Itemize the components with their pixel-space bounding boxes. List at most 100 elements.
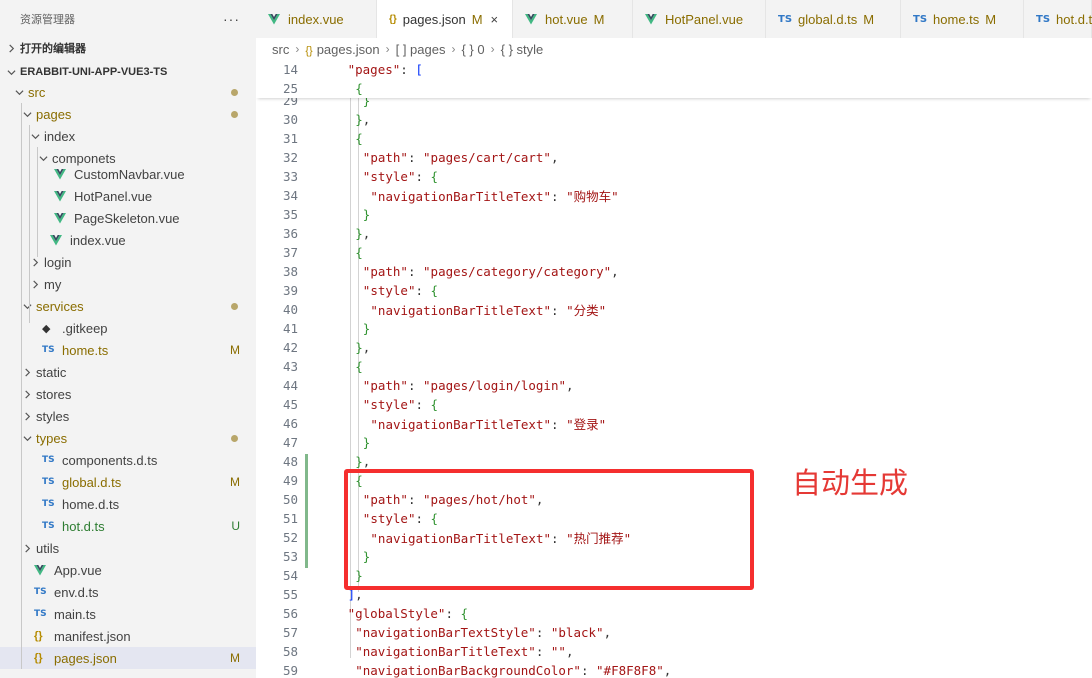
tab-label: HotPanel.vue bbox=[665, 11, 744, 27]
chevron-right-icon[interactable] bbox=[28, 279, 42, 289]
tree-file[interactable]: {} pages.json M bbox=[0, 647, 256, 669]
typescript-file-icon: TS bbox=[1036, 13, 1051, 25]
typescript-file-icon: TS bbox=[34, 587, 47, 597]
tree-file[interactable]: TS home.ts M bbox=[0, 339, 256, 361]
tree-file[interactable]: index.vue bbox=[0, 229, 256, 251]
tree-folder[interactable]: my bbox=[0, 273, 256, 295]
git-status-badge: M bbox=[230, 651, 240, 665]
chevron-down-icon[interactable] bbox=[36, 154, 50, 163]
tree-folder[interactable]: services bbox=[0, 295, 256, 317]
tree-item-label: stores bbox=[36, 386, 72, 402]
code-text: } bbox=[362, 435, 371, 450]
tree-file[interactable]: {} manifest.json bbox=[0, 625, 256, 647]
tree-file[interactable]: ◆ .gitkeep bbox=[0, 317, 256, 339]
tree-file[interactable]: CustomNavbar.vue bbox=[0, 163, 256, 185]
tree-file[interactable]: TS hot.d.ts U bbox=[0, 515, 256, 537]
line-number: 51 bbox=[282, 511, 298, 526]
chevron-down-icon[interactable] bbox=[20, 302, 34, 311]
tree-item-label: home.ts bbox=[62, 342, 109, 358]
tree-folder[interactable]: static bbox=[0, 361, 256, 383]
code-text: "navigationBarBackgroundColor": "#F8F8F8… bbox=[355, 663, 672, 678]
modified-dot-icon bbox=[231, 89, 238, 96]
line-number: 54 bbox=[282, 568, 298, 583]
breadcrumb-item[interactable]: { } style bbox=[501, 42, 544, 57]
tree-folder[interactable]: utils bbox=[0, 537, 256, 559]
chevron-right-icon[interactable] bbox=[20, 411, 34, 421]
code-line: 57 "navigationBarTextStyle": "black", bbox=[256, 623, 1092, 642]
sticky-scroll-header: 14 "pages": [25 { bbox=[256, 60, 1092, 98]
chevron-down-icon[interactable] bbox=[20, 434, 34, 443]
tab-pages-json[interactable]: {} pages.json M × bbox=[377, 0, 513, 38]
line-number: 38 bbox=[282, 264, 298, 279]
chevron-right-icon[interactable] bbox=[20, 543, 34, 553]
code-line: 47} bbox=[256, 433, 1092, 452]
tree-file[interactable]: TS main.ts bbox=[0, 603, 256, 625]
tab-hot-vue[interactable]: hot.vue M bbox=[513, 0, 633, 38]
typescript-file-icon: TS bbox=[42, 455, 55, 465]
code-text: { bbox=[355, 245, 363, 260]
tree-folder[interactable]: login bbox=[0, 251, 256, 273]
breadcrumb-item[interactable]: {} pages.json bbox=[305, 42, 379, 57]
indent-guide bbox=[29, 125, 30, 323]
open-editors-section[interactable]: 打开的编辑器 bbox=[0, 37, 256, 59]
tree-folder[interactable]: index bbox=[0, 125, 256, 147]
tree-folder[interactable]: src bbox=[0, 81, 256, 103]
tree-file[interactable]: TS global.d.ts M bbox=[0, 471, 256, 493]
code-line: 37 { bbox=[256, 243, 1092, 262]
tab-hot-d-ts[interactable]: TS hot.d.ts bbox=[1024, 0, 1092, 38]
breadcrumb-item[interactable]: [ ] pages bbox=[396, 42, 446, 57]
tree-file[interactable]: TS components.d.ts bbox=[0, 449, 256, 471]
tree-item-label: hot.d.ts bbox=[62, 518, 105, 534]
highlight-box bbox=[344, 469, 754, 590]
tree-item-label: main.ts bbox=[54, 606, 96, 622]
git-status-badge: M bbox=[230, 475, 240, 489]
tree-file[interactable]: HotPanel.vue bbox=[0, 185, 256, 207]
tree-file[interactable]: App.vue bbox=[0, 559, 256, 581]
tree-folder[interactable]: pages bbox=[0, 103, 256, 125]
code-line: 58 "navigationBarTitleText": "", bbox=[256, 642, 1092, 661]
line-number: 41 bbox=[282, 321, 298, 336]
line-number: 25 bbox=[282, 81, 298, 96]
breadcrumb-separator-icon: › bbox=[295, 42, 300, 56]
chevron-right-icon[interactable] bbox=[4, 43, 18, 53]
tab-hotpanel-vue[interactable]: HotPanel.vue bbox=[633, 0, 766, 38]
chevron-down-icon[interactable] bbox=[20, 110, 34, 119]
chevron-right-icon[interactable] bbox=[28, 257, 42, 267]
tree-file[interactable]: PageSkeleton.vue bbox=[0, 207, 256, 229]
close-icon[interactable]: × bbox=[491, 12, 499, 27]
explorer-header: 资源管理器 ··· bbox=[0, 0, 256, 38]
code-line: 36}, bbox=[256, 224, 1092, 243]
chevron-right-icon[interactable] bbox=[20, 389, 34, 399]
tree-folder[interactable]: styles bbox=[0, 405, 256, 427]
tree-folder[interactable]: types bbox=[0, 427, 256, 449]
more-actions-icon[interactable]: ··· bbox=[223, 11, 240, 27]
breadcrumb-item[interactable]: src bbox=[272, 42, 289, 57]
line-number: 44 bbox=[282, 378, 298, 393]
code-line: 56 "globalStyle": { bbox=[256, 604, 1092, 623]
tab-home-ts[interactable]: TS home.ts M bbox=[901, 0, 1024, 38]
tree-file[interactable]: TS home.d.ts bbox=[0, 493, 256, 515]
tree-item-label: CustomNavbar.vue bbox=[74, 166, 185, 182]
line-number: 53 bbox=[282, 549, 298, 564]
tree-item-label: my bbox=[44, 276, 62, 292]
line-number: 32 bbox=[282, 150, 298, 165]
line-number: 55 bbox=[282, 587, 298, 602]
tab-label: home.ts bbox=[933, 11, 980, 27]
tree-item-label: home.d.ts bbox=[62, 496, 120, 512]
breadcrumb-item[interactable]: { } 0 bbox=[461, 42, 484, 57]
chevron-right-icon[interactable] bbox=[20, 367, 34, 377]
chevron-down-icon[interactable] bbox=[28, 132, 42, 141]
project-label: ERABBIT-UNI-APP-VUE3-TS bbox=[20, 66, 168, 78]
project-section[interactable]: ERABBIT-UNI-APP-VUE3-TS bbox=[0, 61, 256, 83]
code-line: 39 "style": { bbox=[256, 281, 1092, 300]
chevron-down-icon[interactable] bbox=[12, 88, 26, 97]
code-line: 44 "path": "pages/login/login", bbox=[256, 376, 1092, 395]
tab-global-d-ts[interactable]: TS global.d.ts M bbox=[766, 0, 901, 38]
tree-folder[interactable]: stores bbox=[0, 383, 256, 405]
tree-item-label: styles bbox=[36, 408, 70, 424]
tab-label: hot.vue bbox=[545, 11, 588, 27]
tab-index-vue[interactable]: index.vue bbox=[256, 0, 377, 38]
tree-file[interactable]: TS env.d.ts bbox=[0, 581, 256, 603]
chevron-down-icon[interactable] bbox=[4, 68, 18, 77]
typescript-file-icon: TS bbox=[42, 521, 55, 531]
